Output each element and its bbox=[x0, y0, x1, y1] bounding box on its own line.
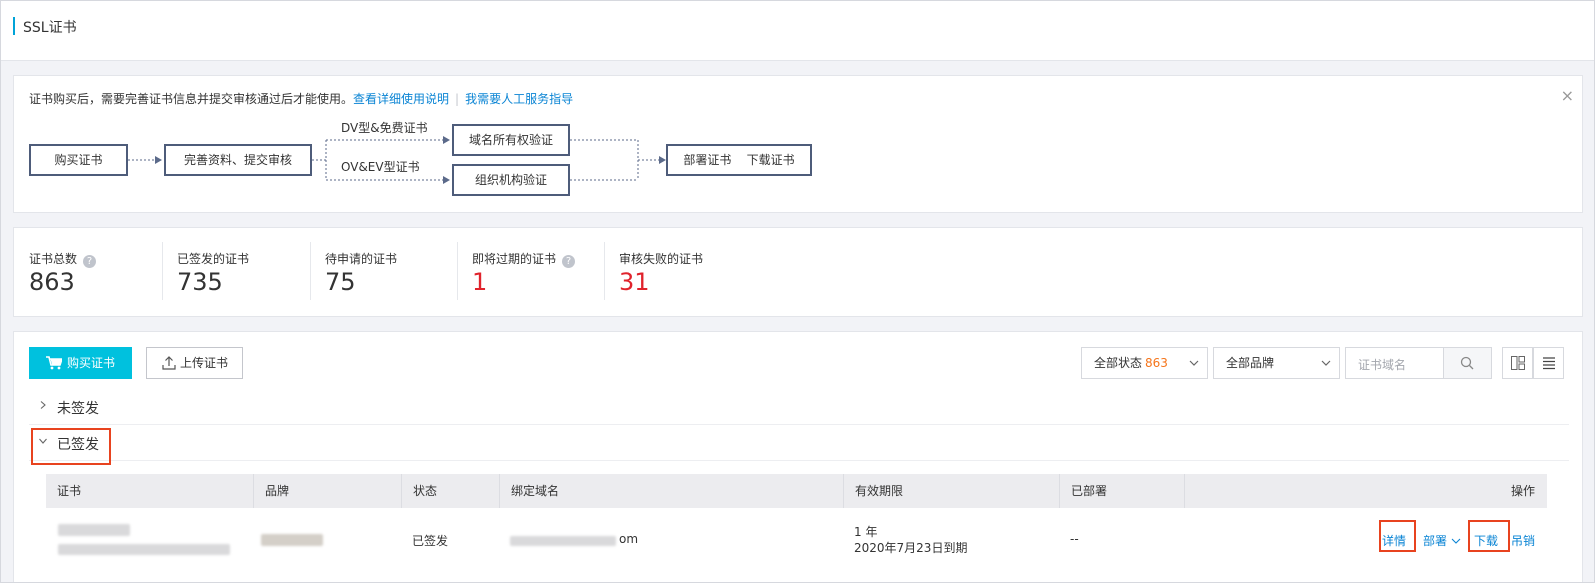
upload-certificate-button[interactable]: 上传证书 bbox=[146, 347, 243, 379]
stat-failed-label: 审核失败的证书 bbox=[619, 252, 704, 266]
stat-divider bbox=[310, 242, 311, 300]
stat-failed: 审核失败的证书 31 bbox=[604, 228, 764, 318]
column-header-domain: 绑定域名 bbox=[499, 474, 843, 508]
page-title: SSL证书 bbox=[23, 20, 77, 36]
domain-search-input[interactable]: 证书域名 bbox=[1358, 356, 1406, 373]
brand-filter-select[interactable]: 全部品牌 bbox=[1213, 347, 1340, 379]
certificate-name-redacted bbox=[58, 524, 130, 536]
highlight-box-detail bbox=[1379, 520, 1416, 552]
flow-step-buy: 购买证书 bbox=[29, 144, 128, 176]
chevron-down-icon bbox=[1189, 360, 1199, 366]
flow-step-org-verify: 组织机构验证 bbox=[452, 164, 570, 196]
brand-logo-redacted bbox=[261, 534, 323, 546]
chevron-right-icon bbox=[40, 401, 46, 409]
row-deployed: -- bbox=[1070, 532, 1079, 546]
upload-icon bbox=[162, 356, 176, 370]
status-filter-label: 全部状态 bbox=[1094, 356, 1143, 370]
process-flow-panel: 证书购买后，需要完善证书信息并提交审核通过后才能使用。查看详细使用说明 | 我需要人… bbox=[13, 75, 1583, 213]
grid-view-icon bbox=[1511, 356, 1525, 370]
deploy-dropdown[interactable]: 部署 bbox=[1423, 532, 1461, 549]
stat-pending: 待申请的证书 75 bbox=[310, 228, 458, 318]
cart-icon bbox=[46, 356, 62, 370]
revoke-link[interactable]: 吊销 bbox=[1511, 532, 1535, 549]
help-icon[interactable]: ? bbox=[83, 255, 97, 268]
app-frame: SSL证书 证书购买后，需要完善证书信息并提交审核通过后才能使用。查看详细使用说… bbox=[0, 0, 1595, 583]
row-status: 已签发 bbox=[412, 534, 449, 548]
group-signed[interactable]: 已签发 bbox=[29, 425, 1569, 461]
grid-view-button[interactable] bbox=[1502, 347, 1533, 379]
close-icon[interactable]: × bbox=[1561, 86, 1574, 105]
flow-branch-dv-label: DV型&免费证书 bbox=[341, 121, 428, 135]
row-expiry: 2020年7月23日到期 bbox=[854, 541, 968, 555]
column-header-status: 状态 bbox=[401, 474, 499, 508]
certificate-list-panel: 购买证书 上传证书 全部状态 863 全部品牌 证书域名 未签发 已签发 证书 … bbox=[13, 331, 1583, 582]
help-icon[interactable]: ? bbox=[562, 255, 576, 268]
stat-issued: 已签发的证书 735 bbox=[162, 228, 310, 318]
search-button[interactable] bbox=[1443, 348, 1491, 378]
flow-step-complete: 完善资料、提交审核 bbox=[164, 144, 312, 176]
chevron-down-icon bbox=[1451, 538, 1461, 544]
column-header-certificate: 证书 bbox=[57, 484, 82, 498]
stat-total: 证书总数? 863 bbox=[29, 228, 159, 318]
table-row: 已签发 om 1 年 2020年7月23日到期 -- 详情 部署 下载 吊销 bbox=[46, 508, 1547, 578]
certificate-stats-panel: 证书总数? 863 已签发的证书 735 待申请的证书 75 即将过期的证书? … bbox=[13, 227, 1583, 317]
flow-download-label: 下载证书 bbox=[746, 153, 795, 167]
stat-issued-label: 已签发的证书 bbox=[177, 252, 250, 266]
list-view-icon bbox=[1543, 357, 1555, 370]
column-header-validity: 有效期限 bbox=[843, 474, 1059, 508]
deploy-label: 部署 bbox=[1423, 534, 1448, 548]
upload-certificate-label: 上传证书 bbox=[180, 356, 229, 370]
domain-redacted bbox=[510, 536, 616, 546]
status-filter-count: 863 bbox=[1145, 356, 1168, 370]
highlight-box-download bbox=[1468, 520, 1510, 552]
domain-search-box[interactable]: 证书域名 bbox=[1345, 347, 1492, 379]
group-unsigned-label: 未签发 bbox=[57, 401, 99, 417]
stat-expiring-value: 1 bbox=[472, 268, 488, 296]
highlight-box-signed-group bbox=[31, 428, 111, 465]
stat-divider bbox=[604, 242, 605, 300]
brand-filter-label: 全部品牌 bbox=[1226, 356, 1275, 370]
stat-pending-label: 待申请的证书 bbox=[325, 252, 398, 266]
search-icon bbox=[1460, 356, 1474, 370]
buy-certificate-button[interactable]: 购买证书 bbox=[29, 347, 132, 379]
stat-divider bbox=[162, 242, 163, 300]
list-view-button[interactable] bbox=[1533, 347, 1564, 379]
column-header-deployed: 已部署 bbox=[1059, 474, 1184, 508]
status-filter-select[interactable]: 全部状态 863 bbox=[1081, 347, 1208, 379]
certificate-id-redacted bbox=[58, 544, 230, 555]
stat-total-value: 863 bbox=[29, 268, 75, 296]
stat-divider bbox=[457, 242, 458, 300]
stat-expiring: 即将过期的证书? 1 bbox=[457, 228, 605, 318]
buy-certificate-label: 购买证书 bbox=[67, 356, 116, 370]
stat-pending-value: 75 bbox=[325, 268, 356, 296]
group-unsigned[interactable]: 未签发 bbox=[29, 389, 1569, 425]
stat-failed-value: 31 bbox=[619, 268, 650, 296]
chevron-down-icon bbox=[1321, 360, 1331, 366]
flow-step-domain-verify: 域名所有权验证 bbox=[452, 124, 570, 156]
stat-issued-value: 735 bbox=[177, 268, 223, 296]
flow-step-deploy-download: 部署证书 下载证书 bbox=[666, 144, 812, 176]
flow-branch-ov-label: OV&EV型证书 bbox=[341, 160, 420, 174]
title-bar: SSL证书 bbox=[1, 1, 1594, 61]
stat-expiring-label: 即将过期的证书? bbox=[472, 250, 576, 268]
flow-deploy-label: 部署证书 bbox=[683, 153, 732, 167]
column-header-brand: 品牌 bbox=[253, 474, 401, 508]
table-header: 证书 品牌 状态 绑定域名 有效期限 已部署 操作 bbox=[46, 474, 1547, 508]
row-validity: 1 年 bbox=[854, 525, 878, 539]
stat-total-label: 证书总数? bbox=[29, 250, 97, 268]
column-header-actions: 操作 bbox=[1184, 474, 1547, 508]
title-accent-bar bbox=[13, 17, 15, 35]
row-domain-suffix: om bbox=[619, 532, 639, 546]
